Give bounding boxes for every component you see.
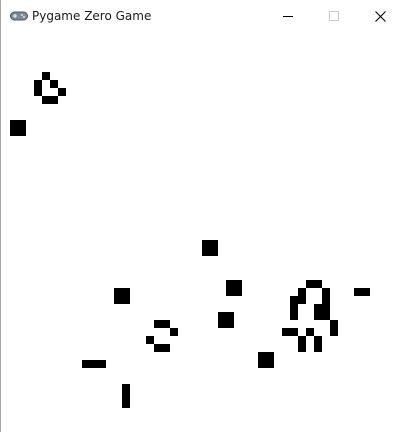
live-cell (90, 360, 98, 368)
block-cell (218, 312, 234, 328)
block-cell (258, 352, 274, 368)
maximize-icon (329, 11, 339, 21)
title-bar[interactable]: Pygame Zero Game (1, 0, 402, 32)
minimize-icon (283, 16, 293, 17)
live-cell (50, 96, 58, 104)
close-icon (374, 10, 386, 22)
live-cell (42, 96, 50, 104)
block-cell (226, 280, 242, 296)
live-cell (298, 336, 306, 344)
live-cell (290, 312, 298, 320)
live-cell (34, 80, 42, 88)
live-cell (282, 328, 290, 336)
live-cell (322, 312, 330, 320)
live-cell (122, 400, 130, 408)
block-cell (114, 288, 130, 304)
gamepad-icon (10, 11, 28, 21)
live-cell (146, 336, 154, 344)
live-cell (42, 72, 50, 80)
window-title: Pygame Zero Game (32, 9, 152, 23)
live-cell (314, 304, 322, 312)
block-cell (202, 240, 218, 256)
live-cell (330, 320, 338, 328)
live-cell (154, 344, 162, 352)
live-cell (290, 296, 298, 304)
maximize-button[interactable] (311, 0, 357, 32)
live-cell (314, 336, 322, 344)
live-cell (50, 80, 58, 88)
live-cell (306, 328, 314, 336)
live-cell (290, 328, 298, 336)
live-cell (58, 88, 66, 96)
live-cell (322, 296, 330, 304)
minimize-button[interactable] (265, 0, 311, 32)
live-cell (306, 280, 314, 288)
live-cell (330, 328, 338, 336)
live-cell (170, 328, 178, 336)
live-cell (314, 280, 322, 288)
live-cell (34, 88, 42, 96)
live-cell (298, 296, 306, 304)
live-cell (314, 344, 322, 352)
live-cell (298, 344, 306, 352)
live-cell (154, 320, 162, 328)
live-cell (298, 288, 306, 296)
game-window: Pygame Zero Game (0, 0, 402, 432)
game-canvas[interactable] (2, 32, 402, 432)
close-button[interactable] (357, 0, 402, 32)
live-cell (162, 344, 170, 352)
live-cell (162, 320, 170, 328)
live-cell (362, 288, 370, 296)
live-cell (82, 360, 90, 368)
live-cell (98, 360, 106, 368)
live-cell (322, 304, 330, 312)
live-cell (290, 304, 298, 312)
live-cell (122, 384, 130, 392)
live-cell (314, 312, 322, 320)
live-cell (354, 288, 362, 296)
live-cell (322, 288, 330, 296)
block-cell (10, 120, 26, 136)
live-cell (122, 392, 130, 400)
